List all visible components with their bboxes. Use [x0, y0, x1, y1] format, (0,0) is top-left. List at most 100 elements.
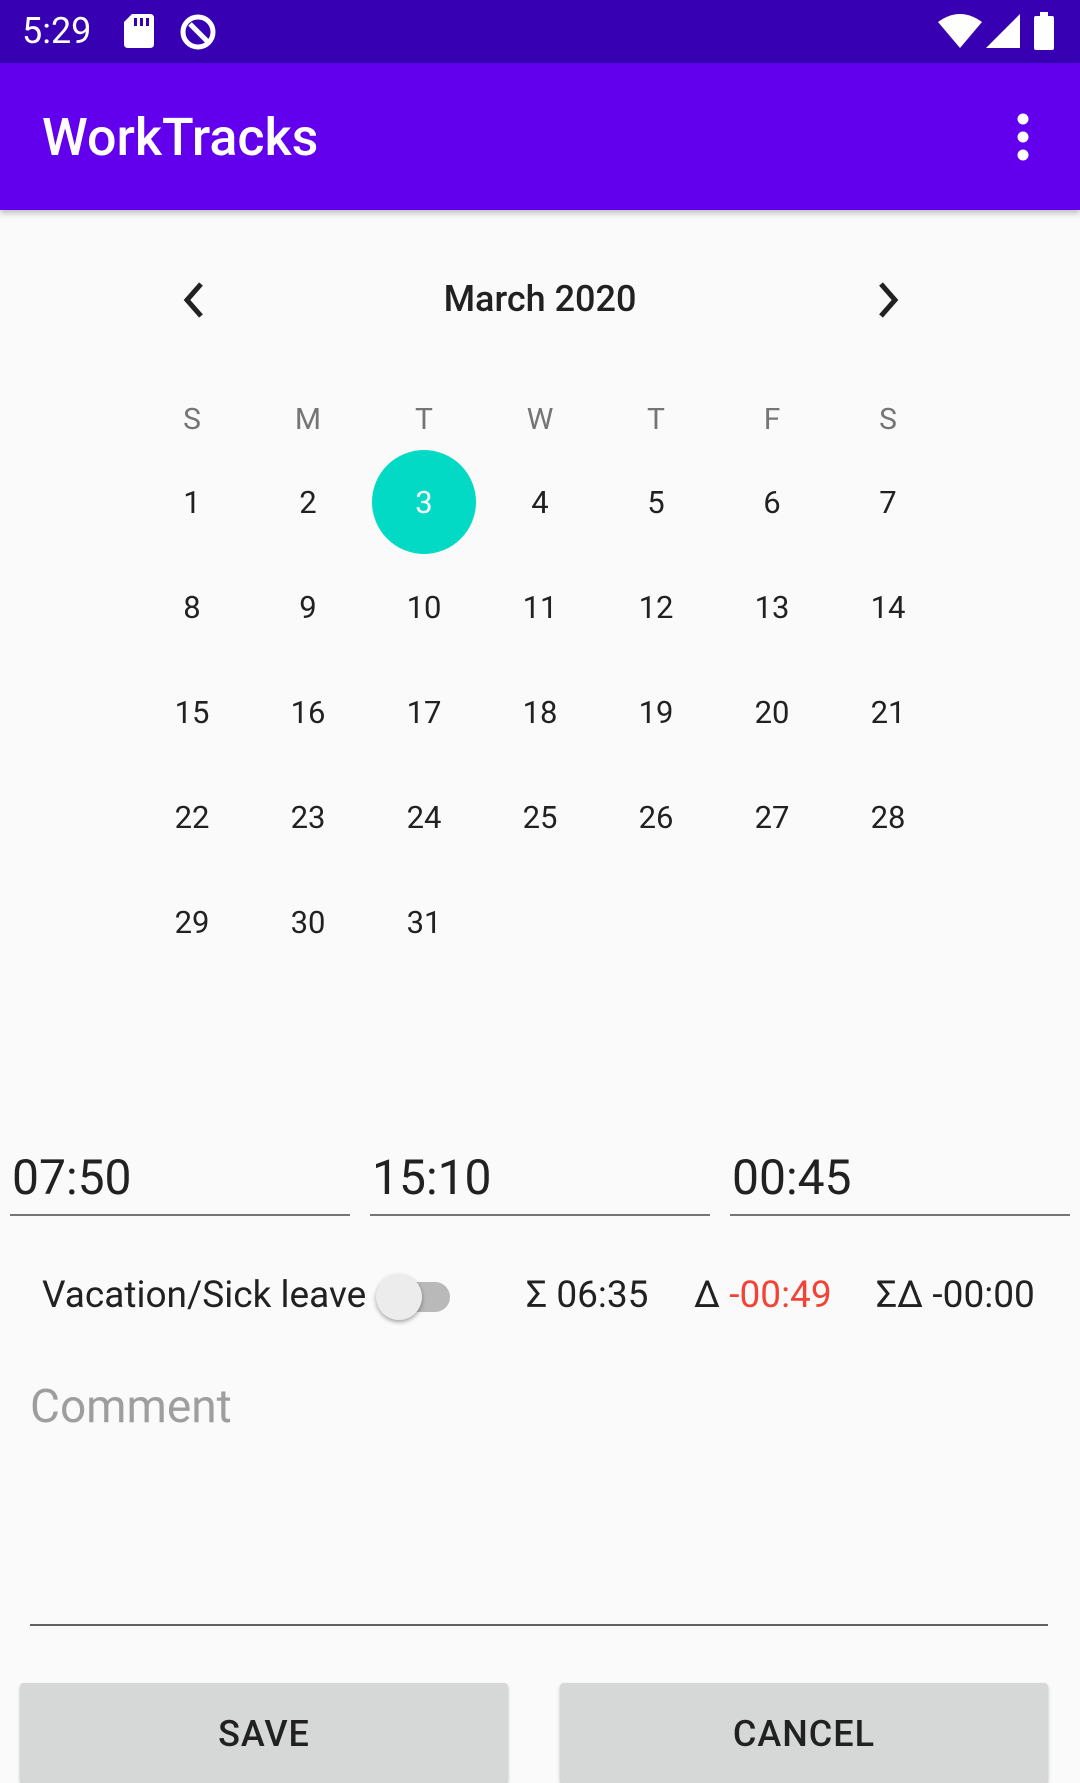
save-button[interactable]: SAVE [20, 1683, 508, 1783]
weekday-label: W [526, 402, 554, 437]
cancel-button[interactable]: CANCEL [560, 1683, 1048, 1783]
day-number: 18 [522, 694, 558, 731]
sd-card-icon [124, 14, 154, 48]
day-number: 27 [754, 799, 790, 836]
weekday-label: M [294, 402, 322, 437]
delta-value: -00:49 [729, 1274, 832, 1317]
day-number: 23 [290, 799, 326, 836]
day-number: 28 [870, 799, 906, 836]
calendar-day[interactable]: 14 [830, 555, 946, 660]
day-number: 4 [531, 484, 549, 521]
week-row: 1 2 3 4 5 6 7 [134, 450, 946, 555]
calendar-day[interactable]: 11 [482, 555, 598, 660]
month-label: March 2020 [443, 278, 637, 320]
calendar-day[interactable]: 6 [714, 450, 830, 555]
day-number: 5 [647, 484, 665, 521]
summary-row: Vacation/Sick leave Σ 06:35 Δ -00:49 ΣΔ … [0, 1270, 1080, 1322]
more-options-icon[interactable] [1008, 107, 1038, 167]
start-time-field[interactable]: 07:50 [10, 1148, 350, 1216]
empty-day [482, 870, 598, 975]
calendar-header: March 2020 [150, 270, 930, 330]
calendar-day[interactable]: 1 [134, 450, 250, 555]
day-number: 11 [522, 589, 558, 626]
calendar-day[interactable]: 7 [830, 450, 946, 555]
comment-input[interactable]: Comment [30, 1380, 1048, 1626]
day-number: 8 [183, 589, 201, 626]
sum-display: Σ 06:35 [526, 1274, 648, 1317]
week-row: 15 16 17 18 19 20 21 [134, 660, 946, 765]
week-row: 8 9 10 11 12 13 14 [134, 555, 946, 660]
chevron-right-icon [879, 282, 899, 318]
weekday-label: F [763, 402, 781, 437]
calendar-day[interactable]: 29 [134, 870, 250, 975]
calendar-day[interactable]: 22 [134, 765, 250, 870]
day-number: 3 [415, 484, 433, 521]
vacation-label: Vacation/Sick leave [42, 1274, 367, 1317]
calendar-day[interactable]: 10 [366, 555, 482, 660]
empty-day [714, 870, 830, 975]
day-number: 24 [406, 799, 442, 836]
week-row: 29 30 31 [134, 870, 946, 975]
sum-symbol: Σ [526, 1274, 548, 1317]
signal-icon [986, 14, 1020, 48]
toggle-thumb [376, 1274, 422, 1320]
total-delta-display: ΣΔ -00:00 [876, 1274, 1035, 1317]
calendar-day[interactable]: 23 [250, 765, 366, 870]
weekday-label: T [647, 402, 665, 437]
day-number: 10 [406, 589, 442, 626]
calendar-day[interactable]: 18 [482, 660, 598, 765]
end-time-field[interactable]: 15:10 [370, 1148, 710, 1216]
day-number: 30 [290, 904, 326, 941]
battery-icon [1034, 12, 1054, 50]
week-row: 22 23 24 25 26 27 28 [134, 765, 946, 870]
calendar-day[interactable]: 27 [714, 765, 830, 870]
total-delta-value: -00:00 [932, 1274, 1035, 1317]
calendar-day[interactable]: 19 [598, 660, 714, 765]
day-number: 13 [754, 589, 790, 626]
calendar-day[interactable]: 5 [598, 450, 714, 555]
delta-symbol: Δ [694, 1274, 721, 1317]
calendar-day[interactable]: 21 [830, 660, 946, 765]
calendar-day[interactable]: 17 [366, 660, 482, 765]
app-bar: WorkTracks [0, 63, 1080, 210]
calendar-day[interactable]: 26 [598, 765, 714, 870]
day-number: 2 [299, 484, 317, 521]
app-title: WorkTracks [42, 107, 319, 168]
calendar-day[interactable]: 25 [482, 765, 598, 870]
selected-day[interactable]: 3 [366, 450, 482, 555]
calendar-day[interactable]: 30 [250, 870, 366, 975]
calendar-day[interactable]: 4 [482, 450, 598, 555]
vacation-toggle[interactable] [376, 1270, 460, 1322]
calendar-day[interactable]: 31 [366, 870, 482, 975]
day-number: 15 [174, 694, 210, 731]
day-number: 29 [174, 904, 210, 941]
calendar-day[interactable]: 9 [250, 555, 366, 660]
calendar-day[interactable]: 8 [134, 555, 250, 660]
day-number: 12 [638, 589, 674, 626]
calendar-day[interactable]: 12 [598, 555, 714, 660]
day-number: 21 [870, 694, 906, 731]
day-number: 9 [299, 589, 317, 626]
calendar-day[interactable]: 15 [134, 660, 250, 765]
calendar-day[interactable]: 20 [714, 660, 830, 765]
wifi-icon [938, 14, 982, 48]
total-delta-symbol: ΣΔ [876, 1274, 924, 1317]
sync-icon [180, 14, 216, 50]
calendar-day[interactable]: 24 [366, 765, 482, 870]
sum-value: 06:35 [556, 1274, 649, 1317]
next-month-button[interactable] [858, 270, 918, 330]
day-rows: 1 2 3 4 5 6 7 8 9 10 11 12 13 14 15 16 17 18 19 20 21 22 23 24 2… [134, 450, 946, 975]
calendar-day[interactable]: 28 [830, 765, 946, 870]
calendar-day[interactable]: 2 [250, 450, 366, 555]
day-number: 17 [406, 694, 442, 731]
day-number: 26 [638, 799, 674, 836]
day-number: 31 [406, 904, 442, 941]
day-number: 25 [522, 799, 558, 836]
day-number: 20 [754, 694, 790, 731]
calendar-day[interactable]: 16 [250, 660, 366, 765]
calendar-day[interactable]: 13 [714, 555, 830, 660]
day-number: 14 [870, 589, 906, 626]
status-time: 5:29 [22, 10, 92, 52]
break-time-field[interactable]: 00:45 [730, 1148, 1070, 1216]
empty-day [598, 870, 714, 975]
